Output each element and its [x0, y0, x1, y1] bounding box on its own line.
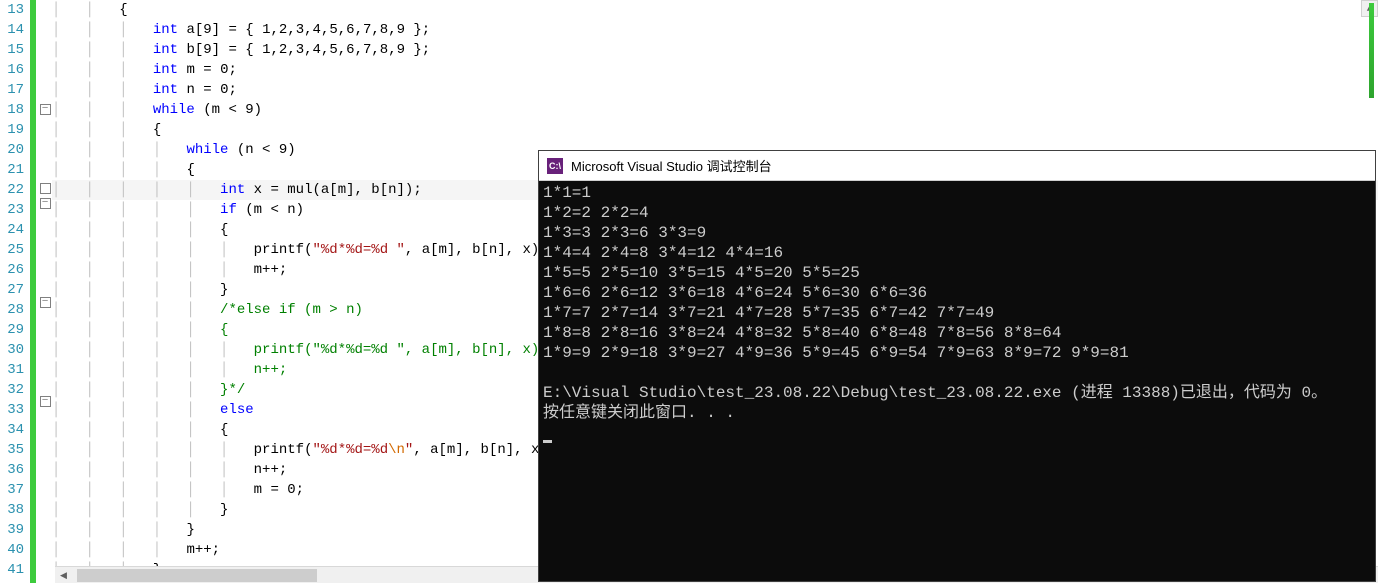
code-line[interactable]: │ │ │ int m = 0; [52, 60, 1378, 80]
line-number: 23 [0, 200, 24, 220]
line-number: 26 [0, 260, 24, 280]
line-number: 36 [0, 460, 24, 480]
line-number: 39 [0, 520, 24, 540]
fold-spacer [38, 511, 52, 531]
console-cursor [543, 440, 552, 443]
fold-spacer [38, 253, 52, 273]
debug-console-window[interactable]: C:\ Microsoft Visual Studio 调试控制台 1*1=1 … [538, 150, 1376, 582]
fold-spacer [38, 40, 52, 60]
fold-spacer [38, 332, 52, 352]
fold-spacer [38, 551, 52, 571]
code-line[interactable]: │ │ │ while (m < 9) [52, 100, 1378, 120]
line-number: 16 [0, 60, 24, 80]
fold-spacer [38, 60, 52, 80]
fold-spacer [38, 411, 52, 431]
fold-toggle-icon[interactable]: − [40, 297, 51, 308]
line-number: 32 [0, 380, 24, 400]
line-number: 33 [0, 400, 24, 420]
line-number: 14 [0, 20, 24, 40]
line-number: 28 [0, 300, 24, 320]
fold-spacer [38, 119, 52, 139]
code-line[interactable]: │ │ { [52, 0, 1378, 20]
line-number: 17 [0, 80, 24, 100]
line-number: 20 [0, 140, 24, 160]
line-number: 15 [0, 40, 24, 60]
fold-toggle-icon[interactable]: − [40, 198, 51, 209]
line-number: 27 [0, 280, 24, 300]
fold-toggle-icon[interactable]: − [40, 396, 51, 407]
fold-toggle-icon[interactable] [40, 183, 51, 194]
code-line[interactable]: │ │ │ int a[9] = { 1,2,3,4,5,6,7,8,9 }; [52, 20, 1378, 40]
line-number: 25 [0, 240, 24, 260]
line-number: 30 [0, 340, 24, 360]
line-number: 21 [0, 160, 24, 180]
line-number: 24 [0, 220, 24, 240]
code-line[interactable]: │ │ │ { [52, 120, 1378, 140]
hscroll-left-arrow[interactable]: ◀ [55, 567, 72, 584]
line-number: 18 [0, 100, 24, 120]
hscroll-thumb[interactable] [77, 569, 317, 582]
fold-spacer [38, 80, 52, 100]
fold-spacer [38, 273, 52, 293]
fold-spacer [38, 233, 52, 253]
line-number: 38 [0, 500, 24, 520]
scrollbar-marker[interactable] [1369, 3, 1374, 98]
fold-spacer [38, 20, 52, 40]
fold-spacer [38, 352, 52, 372]
line-number: 34 [0, 420, 24, 440]
line-number: 31 [0, 360, 24, 380]
console-titlebar[interactable]: C:\ Microsoft Visual Studio 调试控制台 [539, 151, 1375, 181]
console-icon: C:\ [547, 158, 563, 174]
code-line[interactable]: │ │ │ int b[9] = { 1,2,3,4,5,6,7,8,9 }; [52, 40, 1378, 60]
line-number: 40 [0, 540, 24, 560]
fold-spacer [38, 372, 52, 392]
line-number: 13 [0, 0, 24, 20]
line-number: 41 [0, 560, 24, 580]
console-output[interactable]: 1*1=1 1*2=2 2*2=4 1*3=3 2*3=6 3*3=9 1*4=… [539, 181, 1375, 581]
line-number-gutter: 1314151617181920212223242526272829303132… [0, 0, 30, 583]
fold-spacer [38, 139, 52, 159]
fold-spacer [38, 531, 52, 551]
fold-spacer [38, 431, 52, 451]
fold-spacer [38, 471, 52, 491]
fold-spacer [38, 312, 52, 332]
console-title: Microsoft Visual Studio 调试控制台 [571, 156, 772, 175]
fold-gutter[interactable]: − − − − [38, 0, 52, 583]
code-line[interactable]: │ │ │ int n = 0; [52, 80, 1378, 100]
line-number: 19 [0, 120, 24, 140]
fold-spacer [38, 451, 52, 471]
line-number: 35 [0, 440, 24, 460]
fold-spacer [38, 491, 52, 511]
fold-spacer [38, 0, 52, 20]
line-number: 37 [0, 480, 24, 500]
fold-spacer [38, 159, 52, 179]
fold-toggle-icon[interactable]: − [40, 104, 51, 115]
line-number: 29 [0, 320, 24, 340]
fold-spacer [38, 213, 52, 233]
change-indicator-bar [30, 0, 36, 583]
line-number: 22 [0, 180, 24, 200]
